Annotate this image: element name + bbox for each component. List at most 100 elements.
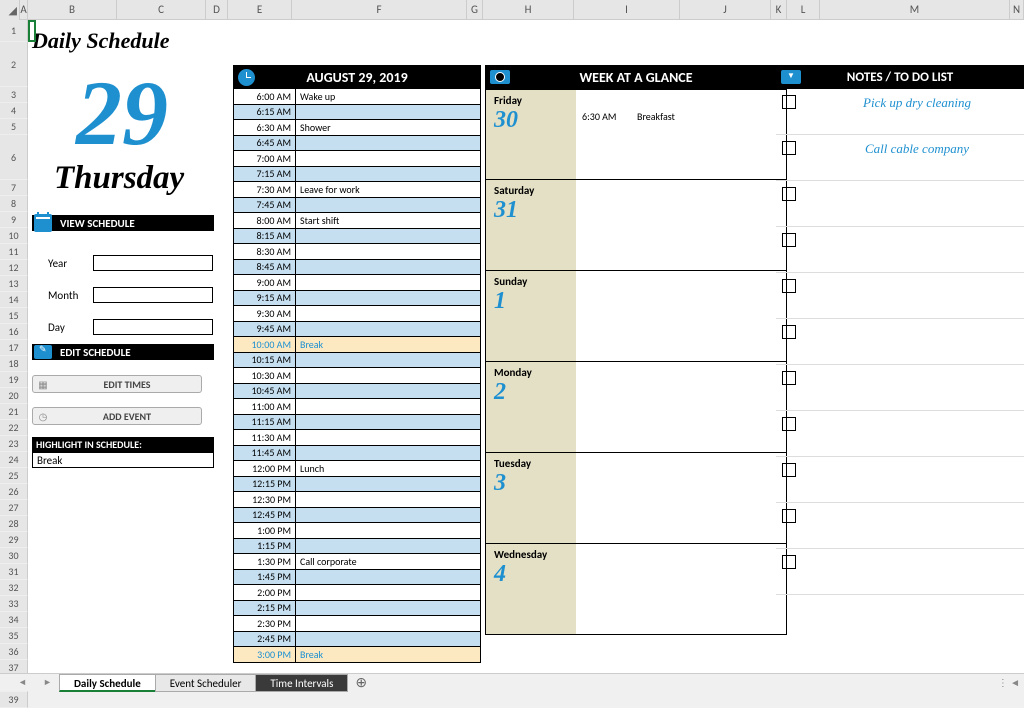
schedule-row[interactable]: 10:00 AMBreak	[233, 337, 481, 353]
row-header-34[interactable]: 34	[0, 612, 28, 628]
row-header-8[interactable]: 8	[0, 196, 28, 212]
week-day[interactable]: Sunday1	[485, 271, 787, 362]
schedule-event[interactable]: Leave for work	[296, 182, 480, 197]
schedule-row[interactable]: 7:15 AM	[233, 167, 481, 183]
schedule-row[interactable]: 3:00 PMBreak	[233, 647, 481, 663]
schedule-row[interactable]: 8:30 AM	[233, 244, 481, 260]
schedule-row[interactable]: 12:00 PMLunch	[233, 461, 481, 477]
schedule-row[interactable]: 10:15 AM	[233, 353, 481, 369]
note-checkbox[interactable]	[782, 141, 796, 155]
tab-daily-schedule[interactable]: Daily Schedule	[59, 674, 156, 692]
schedule-event[interactable]: Break	[296, 337, 480, 352]
schedule-event[interactable]	[296, 508, 480, 523]
schedule-row[interactable]: 11:30 AM	[233, 430, 481, 446]
schedule-row[interactable]: 2:15 PM	[233, 601, 481, 617]
schedule-event[interactable]: Lunch	[296, 461, 480, 476]
tab-event-scheduler[interactable]: Event Scheduler	[155, 674, 257, 692]
note-text[interactable]: Pick up dry cleaning	[810, 89, 1024, 111]
col-header-G[interactable]: G	[467, 0, 483, 20]
col-header-J[interactable]: J	[680, 0, 771, 20]
row-header-35[interactable]: 35	[0, 628, 28, 644]
note-row[interactable]	[776, 181, 1024, 227]
row-header-26[interactable]: 26	[0, 484, 28, 500]
schedule-event[interactable]	[296, 275, 480, 290]
week-day-events[interactable]	[576, 362, 786, 452]
note-checkbox[interactable]	[782, 95, 796, 109]
note-checkbox[interactable]	[782, 555, 796, 569]
note-checkbox[interactable]	[782, 371, 796, 385]
schedule-event[interactable]	[296, 446, 480, 461]
schedule-row[interactable]: 11:45 AM	[233, 446, 481, 462]
col-header-C[interactable]: C	[117, 0, 206, 20]
row-header-25[interactable]: 25	[0, 468, 28, 484]
note-text[interactable]	[810, 227, 1024, 233]
schedule-event[interactable]	[296, 477, 480, 492]
schedule-event[interactable]	[296, 585, 480, 600]
schedule-event[interactable]	[296, 151, 480, 166]
note-text[interactable]	[810, 457, 1024, 463]
schedule-event[interactable]	[296, 244, 480, 259]
note-checkbox[interactable]	[782, 417, 796, 431]
schedule-row[interactable]: 12:15 PM	[233, 477, 481, 493]
schedule-event[interactable]	[296, 306, 480, 321]
worksheet[interactable]: Daily Schedule 29 Thursday VIEW SCHEDULE…	[28, 20, 1024, 673]
note-text[interactable]	[810, 273, 1024, 279]
note-row[interactable]	[776, 227, 1024, 273]
row-header-1[interactable]: 1	[0, 20, 28, 42]
note-checkbox[interactable]	[782, 325, 796, 339]
schedule-row[interactable]: 10:30 AM	[233, 368, 481, 384]
week-day[interactable]: Wednesday4	[485, 544, 787, 635]
schedule-row[interactable]: 6:45 AM	[233, 136, 481, 152]
col-header-H[interactable]: H	[483, 0, 574, 20]
note-row[interactable]	[776, 411, 1024, 457]
note-row[interactable]	[776, 273, 1024, 319]
schedule-event[interactable]	[296, 260, 480, 275]
schedule-row[interactable]: 7:45 AM	[233, 198, 481, 214]
schedule-event[interactable]	[296, 105, 480, 120]
schedule-row[interactable]: 2:30 PM	[233, 616, 481, 632]
row-header-39[interactable]: 39	[0, 692, 28, 708]
note-row[interactable]	[776, 457, 1024, 503]
note-checkbox[interactable]	[782, 463, 796, 477]
week-day[interactable]: Saturday31	[485, 180, 787, 271]
row-header-17[interactable]: 17	[0, 340, 28, 356]
row-header-18[interactable]: 18	[0, 356, 28, 372]
schedule-row[interactable]: 8:15 AM	[233, 229, 481, 245]
row-header-31[interactable]: 31	[0, 564, 28, 580]
tab-nav[interactable]: ◄►	[0, 677, 60, 688]
row-header-21[interactable]: 21	[0, 404, 28, 420]
schedule-row[interactable]: 9:00 AM	[233, 275, 481, 291]
schedule-row[interactable]: 12:45 PM	[233, 508, 481, 524]
schedule-row[interactable]: 8:45 AM	[233, 260, 481, 276]
schedule-row[interactable]: 11:00 AM	[233, 399, 481, 415]
row-header-10[interactable]: 10	[0, 228, 28, 244]
row-header-7[interactable]: 7	[0, 180, 28, 196]
schedule-event[interactable]	[296, 430, 480, 445]
schedule-row[interactable]: 6:00 AMWake up	[233, 89, 481, 105]
col-header-F[interactable]: F	[292, 0, 467, 20]
row-header-19[interactable]: 19	[0, 372, 28, 388]
note-text[interactable]	[810, 181, 1024, 187]
row-header-28[interactable]: 28	[0, 516, 28, 532]
week-day-events[interactable]	[576, 271, 786, 361]
row-header-16[interactable]: 16	[0, 324, 28, 340]
row-header-3[interactable]: 3	[0, 87, 28, 103]
add-event-button[interactable]: ◷ ADD EVENT	[32, 407, 202, 425]
highlight-input[interactable]: Break	[32, 452, 214, 468]
row-header-5[interactable]: 5	[0, 119, 28, 135]
schedule-event[interactable]	[296, 291, 480, 306]
schedule-event[interactable]: Wake up	[296, 89, 480, 104]
note-text[interactable]	[810, 411, 1024, 417]
schedule-event[interactable]	[296, 167, 480, 182]
schedule-event[interactable]	[296, 616, 480, 631]
schedule-row[interactable]: 2:45 PM	[233, 632, 481, 648]
schedule-row[interactable]: 2:00 PM	[233, 585, 481, 601]
note-checkbox[interactable]	[782, 279, 796, 293]
col-header-B[interactable]: B	[28, 0, 117, 20]
row-header-29[interactable]: 29	[0, 532, 28, 548]
schedule-row[interactable]: 6:15 AM	[233, 105, 481, 121]
col-header-A[interactable]: A	[20, 0, 28, 20]
row-header-22[interactable]: 22	[0, 420, 28, 436]
row-header-23[interactable]: 23	[0, 436, 28, 452]
schedule-event[interactable]	[296, 353, 480, 368]
